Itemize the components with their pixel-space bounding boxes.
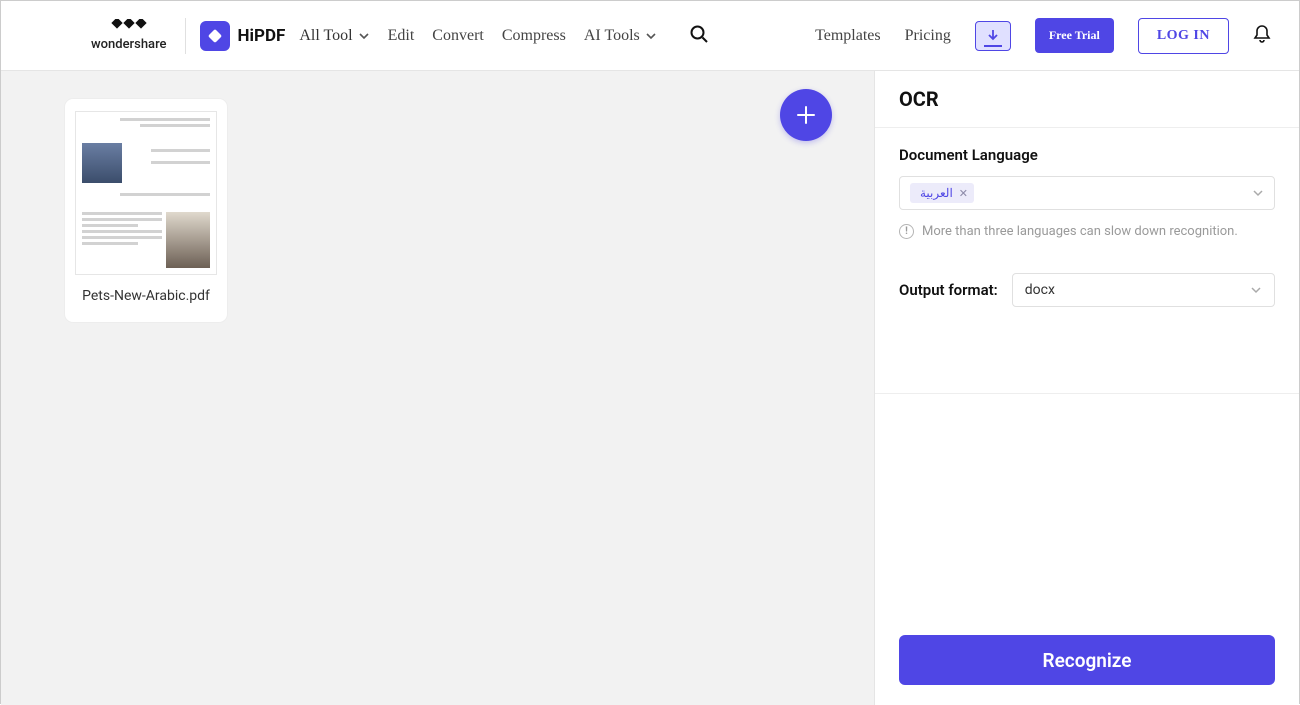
info-icon: ! bbox=[899, 224, 914, 239]
recognize-button[interactable]: Recognize bbox=[899, 635, 1275, 685]
remove-tag-icon[interactable]: ✕ bbox=[959, 187, 968, 200]
notifications-icon[interactable] bbox=[1253, 24, 1271, 48]
file-card[interactable]: Pets-New-Arabic.pdf bbox=[65, 99, 227, 322]
nav-pricing[interactable]: Pricing bbox=[905, 27, 951, 45]
wondershare-text: wondershare bbox=[91, 37, 167, 52]
language-label: Document Language bbox=[899, 146, 1275, 164]
plus-icon bbox=[795, 104, 817, 126]
divider bbox=[185, 18, 186, 54]
chevron-down-icon bbox=[645, 30, 657, 42]
download-button[interactable] bbox=[975, 21, 1011, 51]
nav-templates[interactable]: Templates bbox=[815, 27, 881, 45]
hipdf-icon bbox=[200, 21, 230, 51]
login-button[interactable]: LOG IN bbox=[1138, 18, 1229, 54]
ocr-panel: OCR Document Language العربية ✕ ! More t… bbox=[874, 71, 1299, 705]
thumb-image-1 bbox=[82, 143, 122, 183]
nav-all-tool-label: All Tool bbox=[299, 27, 352, 45]
nav-compress[interactable]: Compress bbox=[502, 27, 566, 45]
chevron-down-icon bbox=[1252, 187, 1264, 199]
nav-ai-tools[interactable]: AI Tools bbox=[584, 27, 657, 45]
add-file-button[interactable] bbox=[780, 89, 832, 141]
wondershare-logo[interactable]: wondershare bbox=[91, 19, 167, 52]
language-hint: ! More than three languages can slow dow… bbox=[899, 224, 1275, 239]
nav-edit[interactable]: Edit bbox=[388, 27, 415, 45]
file-canvas: Pets-New-Arabic.pdf bbox=[1, 71, 874, 705]
chevron-down-icon bbox=[1250, 284, 1262, 296]
language-tag-text: العربية bbox=[920, 186, 953, 200]
nav-all-tool[interactable]: All Tool bbox=[299, 27, 369, 45]
output-format-select[interactable]: docx bbox=[1012, 273, 1275, 307]
nav-convert[interactable]: Convert bbox=[432, 27, 484, 45]
panel-title: OCR bbox=[875, 71, 1299, 128]
wondershare-mark-icon bbox=[111, 19, 147, 35]
download-icon bbox=[986, 29, 1000, 43]
output-label: Output format: bbox=[899, 281, 998, 299]
nav-ai-tools-label: AI Tools bbox=[584, 27, 640, 45]
language-select[interactable]: العربية ✕ bbox=[899, 176, 1275, 210]
search-icon[interactable] bbox=[689, 24, 709, 48]
thumb-image-2 bbox=[166, 212, 210, 268]
file-thumbnail bbox=[75, 111, 217, 275]
hipdf-text: HiPDF bbox=[238, 26, 286, 46]
file-name: Pets-New-Arabic.pdf bbox=[75, 287, 217, 306]
chevron-down-icon bbox=[358, 30, 370, 42]
hint-text: More than three languages can slow down … bbox=[922, 224, 1238, 239]
hipdf-logo[interactable]: HiPDF bbox=[200, 21, 286, 51]
free-trial-button[interactable]: Free Trial bbox=[1035, 18, 1114, 53]
language-tag: العربية ✕ bbox=[910, 183, 974, 203]
output-value: docx bbox=[1025, 282, 1055, 298]
